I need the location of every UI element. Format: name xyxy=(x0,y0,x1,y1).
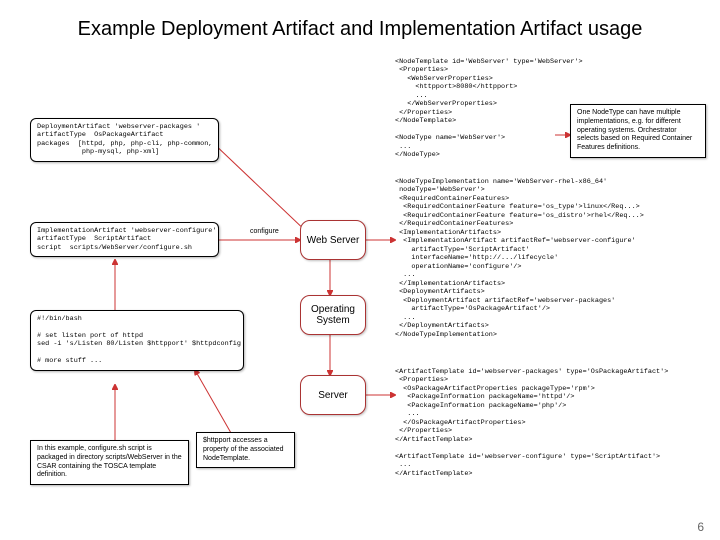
note-nodetype-callout: One NodeType can have multiple implement… xyxy=(570,104,706,158)
node-operating-system: Operating System xyxy=(300,295,366,335)
script-content-box: #!/bin/bash # set listen port of httpd s… xyxy=(30,310,244,371)
code-nodetemplate: <NodeTemplate id='WebServer' type='WebSe… xyxy=(395,58,555,160)
configure-label: configure xyxy=(250,228,279,235)
page-number: 6 xyxy=(697,520,704,534)
page-title: Example Deployment Artifact and Implemen… xyxy=(0,18,720,41)
node-server: Server xyxy=(300,375,366,415)
deployment-artifact-box: DeploymentArtifact 'webserver-packages '… xyxy=(30,118,219,162)
note-httpport-callout: $httpport accesses a property of the ass… xyxy=(196,432,295,468)
node-web-server: Web Server xyxy=(300,220,366,260)
implementation-artifact-box: ImplementationArtifact 'webserver-config… xyxy=(30,222,219,257)
code-artifacttemplate: <ArtifactTemplate id='webserver-packages… xyxy=(395,368,695,478)
code-nodetypeimpl: <NodeTypeImplementation name='WebServer-… xyxy=(395,178,695,339)
note-example-callout: In this example, configure.sh script is … xyxy=(30,440,189,485)
